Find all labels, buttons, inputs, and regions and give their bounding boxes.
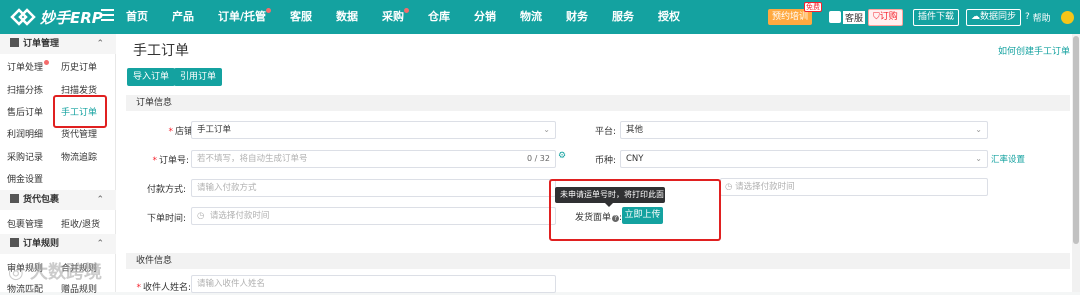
sidebar-section-order-mgmt[interactable]: 订单管理 ⌃ bbox=[0, 34, 116, 54]
data-sync-label: 数据同步 bbox=[980, 11, 1017, 22]
nav-orders[interactable]: 订单/托管 bbox=[218, 0, 272, 34]
main-content: 手工订单 如何创建手工订单 导入订单 引用订单 订单信息 * 店铺: 手工订单 ⌄ … bbox=[116, 34, 1080, 293]
nav-products[interactable]: 产品 bbox=[172, 0, 194, 34]
help-label: 帮助 bbox=[1032, 13, 1051, 24]
order-no-label: * 订单号: bbox=[152, 156, 189, 166]
sidebar-item-agent-mgmt[interactable]: 货代管理 bbox=[61, 127, 97, 140]
clock-icon: ◷ bbox=[197, 211, 205, 221]
chevron-up-icon: ⌃ bbox=[96, 239, 104, 249]
nav-notification-dot bbox=[404, 8, 410, 13]
sidebar-item-package-mgmt[interactable]: 包裹管理 bbox=[7, 217, 43, 230]
notification-dot bbox=[44, 60, 50, 65]
highlight-box-manual-order bbox=[53, 95, 107, 128]
currency-label: 币种: bbox=[594, 156, 616, 166]
order-icon bbox=[10, 38, 19, 47]
chevron-down-icon: ⌄ bbox=[975, 154, 982, 163]
appointment-training-button[interactable]: 预约培训 免费 bbox=[768, 2, 823, 26]
cart-icon: ⛉ bbox=[873, 11, 880, 22]
main-nav: 首页 产品 订单/托管 客服 数据 采购 仓库 分销 物流 财务 服务 授权 bbox=[126, 0, 704, 34]
sidebar-item-reject-return[interactable]: 拒收/退货 bbox=[61, 217, 100, 230]
payment-method-label: 付款方式: bbox=[146, 185, 186, 195]
payment-method-input[interactable]: 请输入付款方式 bbox=[191, 179, 556, 197]
rules-icon bbox=[10, 238, 19, 247]
top-navbar: 妙手ERP 首页 产品 订单/托管 客服 数据 采购 仓库 分销 物流 财务 服… bbox=[0, 0, 1080, 34]
sidebar-item-purchase-record[interactable]: 采购记录 bbox=[7, 150, 43, 163]
service-label: 客服 bbox=[843, 10, 866, 24]
logo-icon bbox=[10, 8, 36, 26]
order-button[interactable]: ⛉订购 bbox=[868, 8, 903, 26]
chevron-down-icon: ⌄ bbox=[543, 125, 550, 134]
nav-notification-dot bbox=[266, 8, 272, 13]
section-recipient-info: 收件信息 bbox=[126, 253, 1070, 269]
help-link-create-manual-order[interactable]: 如何创建手工订单 bbox=[998, 44, 1070, 57]
scrollbar-thumb[interactable] bbox=[1073, 36, 1079, 244]
menu-toggle-icon[interactable] bbox=[101, 9, 114, 23]
currency-select[interactable]: CNY ⌄ bbox=[620, 150, 988, 168]
sidebar-item-commission-settings[interactable]: 佣金设置 bbox=[7, 172, 43, 185]
chevron-down-icon: ⌄ bbox=[975, 125, 982, 134]
order-no-input[interactable]: 若不填写，将自动生成订单号 0 / 32 bbox=[191, 150, 556, 168]
sidebar-section-order-rules[interactable]: 订单规则 ⌃ bbox=[0, 234, 116, 254]
user-avatar[interactable] bbox=[1061, 8, 1074, 26]
nav-customer-service[interactable]: 客服 bbox=[290, 0, 312, 34]
nav-purchase[interactable]: 采购 bbox=[382, 0, 410, 34]
sidebar-item-scan-sort[interactable]: 扫描分拣 bbox=[7, 83, 43, 96]
help-button[interactable]: ? 帮助 bbox=[1025, 8, 1051, 26]
char-counter: 0 / 32 bbox=[526, 154, 550, 163]
chevron-up-icon: ⌃ bbox=[96, 39, 104, 49]
free-tag: 免费 bbox=[804, 2, 823, 12]
section-order-info: 订单信息 bbox=[126, 95, 1070, 111]
nav-home[interactable]: 首页 bbox=[126, 0, 148, 34]
customer-service-button[interactable]: 客服 bbox=[829, 8, 866, 26]
store-select[interactable]: 手工订单 ⌄ bbox=[191, 121, 556, 139]
package-icon bbox=[10, 194, 19, 203]
import-order-button[interactable]: 导入订单 bbox=[127, 68, 176, 86]
help-icon: ? bbox=[1025, 12, 1030, 22]
platform-label: 平台: bbox=[594, 127, 616, 137]
nav-warehouse[interactable]: 仓库 bbox=[428, 0, 450, 34]
sidebar: 订单管理 ⌃ 订单处理 历史订单 扫描分拣 扫描发货 售后订单 手工订单 利润明细… bbox=[0, 34, 116, 295]
clock-icon: ◷ bbox=[725, 182, 733, 192]
sidebar-section-agent-package[interactable]: 货代包裹 ⌃ bbox=[0, 190, 116, 210]
nav-distribution[interactable]: 分销 bbox=[474, 0, 496, 34]
avatar-icon bbox=[1061, 10, 1074, 24]
store-label: * 店铺: bbox=[168, 127, 196, 137]
highlight-box-shipping-label bbox=[549, 179, 721, 241]
nav-services[interactable]: 服务 bbox=[612, 0, 634, 34]
nav-authorization[interactable]: 授权 bbox=[658, 0, 680, 34]
order-time-input[interactable]: ◷ 请选择付款时间 bbox=[191, 207, 556, 225]
sidebar-item-logistics-track[interactable]: 物流追踪 bbox=[61, 150, 97, 163]
nav-finance[interactable]: 财务 bbox=[566, 0, 588, 34]
chevron-up-icon: ⌃ bbox=[96, 195, 104, 205]
plugin-download-button[interactable]: 插件下载 bbox=[913, 8, 960, 26]
order-time-label: 下单时间: bbox=[146, 214, 186, 224]
order-label: 订购 bbox=[879, 11, 898, 22]
page-title: 手工订单 bbox=[133, 43, 189, 59]
payment-time-input[interactable]: ◷ 请选择付款时间 bbox=[720, 178, 988, 196]
sidebar-item-history-orders[interactable]: 历史订单 bbox=[61, 60, 97, 73]
gear-icon[interactable]: ⚙ bbox=[558, 151, 566, 161]
watermark: ◎ 大数跨境 bbox=[8, 262, 102, 283]
logo-text: 妙手ERP bbox=[40, 8, 103, 27]
sidebar-item-profit-detail[interactable]: 利润明细 bbox=[7, 127, 43, 140]
cloud-icon: ☁ bbox=[971, 11, 980, 22]
plugin-download-label: 插件下载 bbox=[918, 11, 955, 22]
app-logo[interactable]: 妙手ERP bbox=[10, 6, 103, 28]
data-sync-button[interactable]: ☁数据同步 bbox=[966, 8, 1022, 26]
sidebar-item-order-processing[interactable]: 订单处理 bbox=[7, 60, 50, 73]
platform-select[interactable]: 其他 ⌄ bbox=[620, 121, 988, 139]
appointment-label: 预约培训 bbox=[772, 12, 809, 22]
recipient-name-label: * 收件人姓名: bbox=[136, 283, 191, 293]
quote-order-button[interactable]: 引用订单 bbox=[174, 68, 223, 86]
nav-logistics[interactable]: 物流 bbox=[520, 0, 542, 34]
recipient-name-input[interactable]: 请输入收件人姓名 bbox=[191, 275, 556, 293]
avatar-icon bbox=[829, 11, 841, 23]
sidebar-item-after-sales[interactable]: 售后订单 bbox=[7, 105, 43, 118]
nav-data[interactable]: 数据 bbox=[336, 0, 358, 34]
rate-settings-link[interactable]: 汇率设置 bbox=[991, 153, 1025, 165]
